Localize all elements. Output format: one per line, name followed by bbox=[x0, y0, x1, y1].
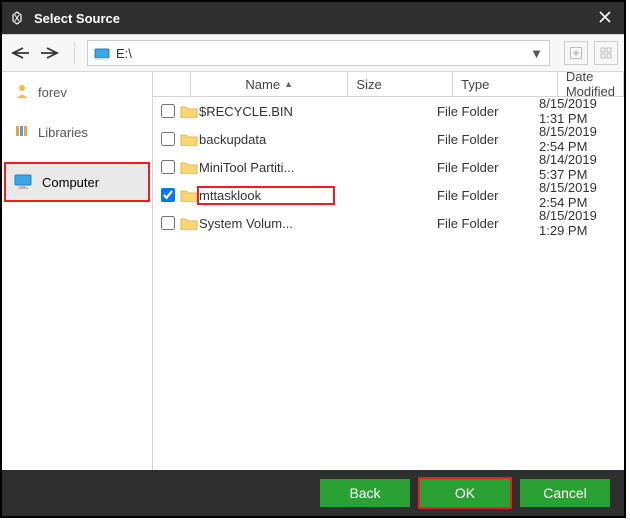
close-icon[interactable] bbox=[592, 8, 618, 29]
dialog-window: Select Source E:\ ▼ bbox=[0, 0, 626, 518]
folder-icon bbox=[179, 132, 199, 146]
address-dropdown-icon[interactable]: ▼ bbox=[530, 46, 543, 61]
file-date: 8/15/2019 2:54 PM bbox=[539, 124, 624, 154]
monitor-icon bbox=[14, 174, 34, 190]
row-checkbox[interactable] bbox=[157, 160, 179, 174]
footer: Back OK Cancel bbox=[2, 470, 624, 516]
libraries-icon bbox=[14, 123, 30, 142]
nav-back-icon[interactable] bbox=[8, 41, 32, 65]
content-area: forev Libraries Computer Name bbox=[2, 72, 624, 470]
row-checkbox[interactable] bbox=[157, 188, 179, 202]
user-icon bbox=[14, 83, 30, 102]
file-name: $RECYCLE.BIN bbox=[199, 104, 333, 119]
column-name-label: Name bbox=[245, 77, 280, 92]
row-checkbox[interactable] bbox=[157, 104, 179, 118]
column-size[interactable]: Size bbox=[348, 72, 453, 96]
file-name: backupdata bbox=[199, 132, 333, 147]
toolbar-separator bbox=[74, 42, 75, 64]
folder-icon bbox=[179, 216, 199, 230]
sidebar: forev Libraries Computer bbox=[2, 72, 153, 470]
table-row[interactable]: mttasklook File Folder8/15/2019 2:54 PM bbox=[153, 181, 624, 209]
address-bar[interactable]: E:\ ▼ bbox=[87, 40, 550, 66]
file-date: 8/14/2019 5:37 PM bbox=[539, 152, 624, 182]
file-type: File Folder bbox=[437, 160, 539, 175]
sidebar-item-computer[interactable]: Computer bbox=[6, 164, 148, 200]
column-name[interactable]: Name ▲ bbox=[191, 72, 348, 96]
titlebar: Select Source bbox=[2, 2, 624, 34]
folder-icon bbox=[179, 188, 199, 202]
nav-forward-icon[interactable] bbox=[38, 41, 62, 65]
file-pane: Name ▲ Size Type Date Modified $RECYCLE.… bbox=[153, 72, 624, 470]
file-date: 8/15/2019 1:31 PM bbox=[539, 97, 624, 126]
row-checkbox[interactable] bbox=[157, 132, 179, 146]
table-row[interactable]: MiniTool Partiti... File Folder8/14/2019 … bbox=[153, 153, 624, 181]
toolbar: E:\ ▼ bbox=[2, 34, 624, 72]
table-row[interactable]: $RECYCLE.BIN File Folder8/15/2019 1:31 PM bbox=[153, 97, 624, 125]
sidebar-item-label: forev bbox=[38, 85, 67, 100]
column-headers: Name ▲ Size Type Date Modified bbox=[153, 72, 624, 97]
file-name: System Volum... bbox=[199, 216, 333, 231]
sidebar-item-label: Libraries bbox=[38, 125, 88, 140]
table-row[interactable]: backupdata File Folder8/15/2019 2:54 PM bbox=[153, 125, 624, 153]
sidebar-item-label: Computer bbox=[42, 175, 99, 190]
table-row[interactable]: System Volum... File Folder8/15/2019 1:29… bbox=[153, 209, 624, 237]
folder-icon bbox=[179, 160, 199, 174]
new-folder-icon[interactable] bbox=[564, 41, 588, 65]
file-name: mttasklook bbox=[199, 188, 333, 203]
row-checkbox[interactable] bbox=[157, 216, 179, 230]
sidebar-item-forev[interactable]: forev bbox=[2, 78, 152, 106]
view-tools bbox=[564, 41, 618, 65]
file-list: $RECYCLE.BINFile Folder8/15/2019 1:31 PM… bbox=[153, 97, 624, 470]
file-type: File Folder bbox=[437, 216, 539, 231]
file-type: File Folder bbox=[437, 104, 539, 119]
cancel-button[interactable]: Cancel bbox=[520, 479, 610, 507]
drive-icon bbox=[94, 47, 110, 59]
column-date[interactable]: Date Modified bbox=[558, 72, 624, 96]
sidebar-item-libraries[interactable]: Libraries bbox=[2, 118, 152, 146]
file-name: MiniTool Partiti... bbox=[199, 160, 333, 175]
window-title: Select Source bbox=[34, 11, 120, 26]
ok-button[interactable]: OK bbox=[420, 479, 510, 507]
back-button[interactable]: Back bbox=[320, 479, 410, 507]
view-grid-icon[interactable] bbox=[594, 41, 618, 65]
app-icon bbox=[8, 9, 26, 27]
folder-icon bbox=[179, 104, 199, 118]
file-date: 8/15/2019 2:54 PM bbox=[539, 180, 624, 210]
address-path: E:\ bbox=[116, 46, 132, 61]
file-type: File Folder bbox=[437, 188, 539, 203]
sort-asc-icon: ▲ bbox=[284, 80, 293, 89]
file-type: File Folder bbox=[437, 132, 539, 147]
column-checkbox[interactable] bbox=[153, 72, 191, 96]
file-date: 8/15/2019 1:29 PM bbox=[539, 208, 624, 238]
column-type[interactable]: Type bbox=[453, 72, 558, 96]
